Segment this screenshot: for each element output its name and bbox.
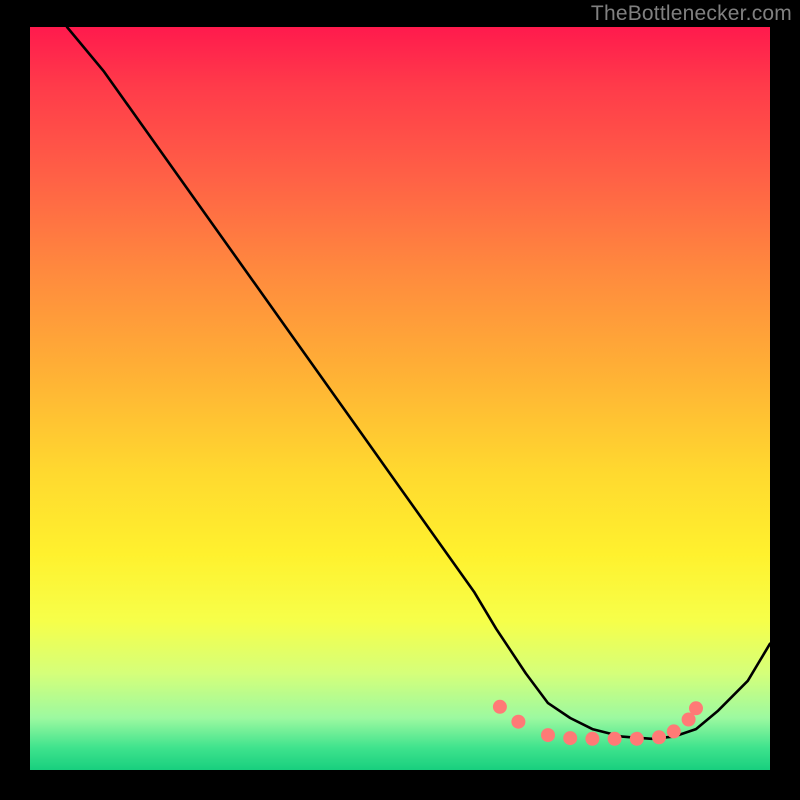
curve-marker: [652, 730, 666, 744]
bottleneck-curve: [67, 27, 770, 739]
curve-marker: [541, 728, 555, 742]
curve-marker: [511, 715, 525, 729]
curve-marker: [493, 700, 507, 714]
curve-marker: [608, 732, 622, 746]
chart-svg: [30, 27, 770, 770]
curve-marker: [689, 701, 703, 715]
chart-frame: TheBottlenecker.com: [0, 0, 800, 800]
plot-area: [30, 27, 770, 770]
curve-markers: [493, 700, 703, 746]
watermark-text: TheBottlenecker.com: [591, 2, 792, 26]
curve-marker: [667, 724, 681, 738]
curve-marker: [630, 732, 644, 746]
curve-marker: [563, 731, 577, 745]
curve-marker: [585, 732, 599, 746]
